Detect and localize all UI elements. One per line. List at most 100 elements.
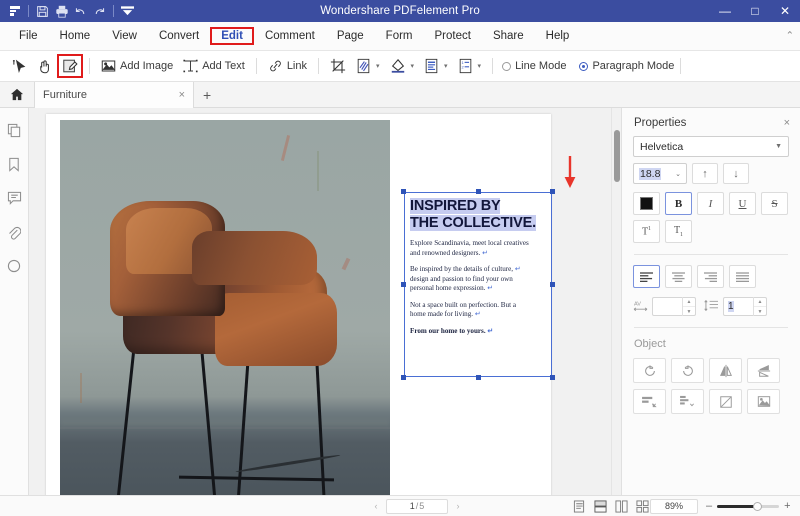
font-color-button[interactable] — [633, 192, 660, 215]
select-arrow-icon[interactable] — [7, 54, 32, 78]
menu-item-edit[interactable]: Edit — [210, 27, 254, 45]
menu-item-convert[interactable]: Convert — [148, 27, 210, 45]
chevron-down-icon[interactable]: ▾ — [444, 62, 448, 70]
align-left-button[interactable] — [633, 265, 660, 288]
link-button[interactable]: Link — [263, 54, 312, 78]
facing-continuous-view-icon[interactable] — [635, 499, 649, 513]
strikethrough-button[interactable]: S — [761, 192, 788, 215]
bates-numbering-button[interactable]: 12 ▾ — [453, 54, 487, 78]
close-icon[interactable]: × — [179, 89, 185, 101]
menu-item-form[interactable]: Form — [375, 27, 424, 45]
attachment-icon[interactable] — [5, 223, 23, 241]
add-text-button[interactable]: Add Text — [178, 54, 250, 78]
menu-item-home[interactable]: Home — [49, 27, 102, 45]
replace-image-icon[interactable] — [747, 389, 780, 414]
resize-handle[interactable] — [476, 375, 481, 380]
crop-button[interactable] — [325, 54, 351, 78]
next-page-button[interactable]: › — [452, 501, 464, 511]
menu-item-help[interactable]: Help — [535, 27, 581, 45]
document-viewer[interactable]: INSPIRED BY THE COLLECTIVE. Explore Scan… — [29, 108, 621, 495]
watermark-button[interactable]: ▾ — [351, 54, 385, 78]
home-icon[interactable] — [6, 88, 28, 101]
selected-text-block[interactable]: INSPIRED BY THE COLLECTIVE. Explore Scan… — [404, 192, 552, 377]
background-button[interactable]: ▾ — [385, 54, 420, 78]
chair-seat-front — [215, 293, 337, 366]
chevron-up-icon[interactable]: ⌃ — [786, 31, 794, 42]
scrollbar-thumb[interactable] — [614, 130, 620, 182]
bold-button[interactable]: B — [665, 192, 692, 215]
spinner-arrows[interactable]: ▲▼ — [682, 297, 695, 316]
font-size-value: 18.8 — [639, 168, 661, 180]
close-icon[interactable]: × — [784, 117, 790, 129]
rotate-right-icon[interactable] — [671, 358, 704, 383]
edit-text-and-image-button[interactable] — [57, 54, 83, 78]
decrease-font-size-button[interactable]: ↓ — [723, 163, 749, 184]
line-spacing-input[interactable]: 1 ▲▼ — [723, 297, 767, 316]
new-tab-button[interactable]: + — [203, 87, 211, 103]
chevron-down-icon[interactable]: ▾ — [411, 62, 415, 70]
resize-handle[interactable] — [550, 282, 555, 287]
previous-page-button[interactable]: ‹ — [370, 501, 382, 511]
thumbnails-icon[interactable] — [5, 121, 23, 139]
add-image-button[interactable]: Add Image — [96, 54, 178, 78]
divider — [680, 58, 681, 74]
stamp-icon[interactable] — [5, 257, 23, 275]
single-page-view-icon[interactable] — [572, 499, 586, 513]
header-footer-button[interactable]: ▾ — [419, 54, 453, 78]
paragraph-mode-radio[interactable]: Paragraph Mode — [579, 60, 674, 72]
rotate-left-icon[interactable] — [633, 358, 666, 383]
align-center-button[interactable] — [665, 265, 692, 288]
zoom-slider-knob[interactable] — [753, 502, 762, 511]
facing-view-icon[interactable] — [614, 499, 628, 513]
menu-item-page[interactable]: Page — [326, 27, 375, 45]
resize-handle[interactable] — [550, 375, 555, 380]
chevron-down-icon[interactable]: ▾ — [478, 62, 482, 70]
font-family-select[interactable]: Helvetica ▼ — [633, 136, 789, 157]
resize-handle[interactable] — [401, 282, 406, 287]
zoom-level-input[interactable]: 89% — [650, 499, 698, 514]
line-mode-radio[interactable]: Line Mode — [502, 60, 566, 72]
resize-handle[interactable] — [401, 375, 406, 380]
resize-handle[interactable] — [550, 189, 555, 194]
zoom-in-button[interactable]: + — [784, 500, 790, 512]
chevron-down-icon[interactable]: ▾ — [376, 62, 380, 70]
flip-vertical-icon[interactable] — [747, 358, 780, 383]
italic-button[interactable]: I — [697, 192, 724, 215]
distribute-objects-icon[interactable] — [671, 389, 704, 414]
pdf-page[interactable]: INSPIRED BY THE COLLECTIVE. Explore Scan… — [46, 114, 551, 495]
page-number-input[interactable]: 1 / 5 — [386, 499, 448, 514]
menu-item-file[interactable]: File — [8, 27, 49, 45]
menu-item-comment[interactable]: Comment — [254, 27, 326, 45]
menu-item-view[interactable]: View — [101, 27, 148, 45]
close-button[interactable]: ✕ — [770, 0, 800, 22]
font-size-select[interactable]: 18.8 ⌄ — [633, 163, 687, 184]
vertical-scrollbar[interactable] — [611, 108, 621, 495]
menu-item-protect[interactable]: Protect — [424, 27, 482, 45]
menu-item-share[interactable]: Share — [482, 27, 535, 45]
resize-handle[interactable] — [401, 189, 406, 194]
crop-object-icon[interactable] — [709, 389, 742, 414]
zoom-slider-track[interactable] — [717, 505, 779, 508]
chair-photo[interactable] — [60, 120, 390, 495]
underline-button[interactable]: U — [729, 192, 756, 215]
document-tab-furniture[interactable]: Furniture × — [34, 82, 194, 108]
character-spacing-input[interactable]: ▲▼ — [652, 297, 696, 316]
justify-button[interactable] — [729, 265, 756, 288]
resize-handle[interactable] — [476, 189, 481, 194]
spinner-arrows[interactable]: ▲▼ — [753, 297, 766, 316]
bookmark-icon[interactable] — [5, 155, 23, 173]
superscript-button[interactable]: T1 — [633, 220, 660, 243]
align-objects-icon[interactable] — [633, 389, 666, 414]
comment-icon[interactable] — [5, 189, 23, 207]
zoom-out-button[interactable]: – — [706, 500, 712, 512]
subscript-button[interactable]: T1 — [665, 220, 692, 243]
zoom-slider-control: – + — [706, 500, 791, 512]
flip-horizontal-icon[interactable] — [709, 358, 742, 383]
maximize-button[interactable]: □ — [740, 0, 770, 22]
continuous-view-icon[interactable] — [593, 499, 607, 513]
align-right-button[interactable] — [697, 265, 724, 288]
minimize-button[interactable]: — — [710, 0, 740, 22]
hand-tool-icon[interactable] — [32, 54, 57, 78]
increase-font-size-button[interactable]: ↑ — [692, 163, 718, 184]
character-spacing-icon: AV — [633, 299, 648, 315]
